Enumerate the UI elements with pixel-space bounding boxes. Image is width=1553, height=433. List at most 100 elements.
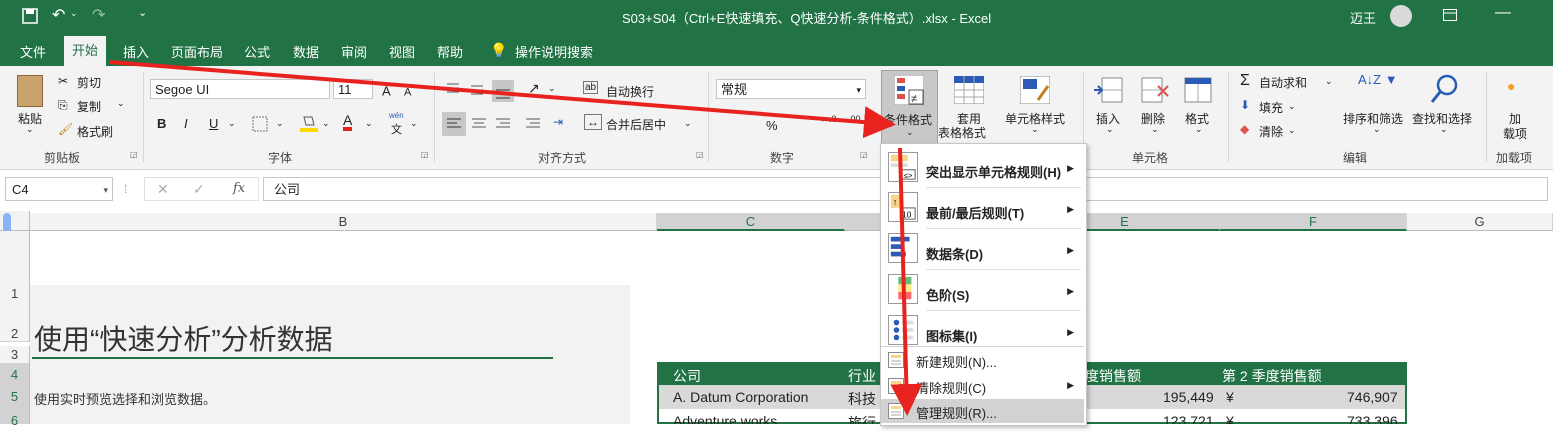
header-q1[interactable]: 度销售额 (1085, 366, 1141, 386)
tab-review[interactable]: 审阅 (341, 42, 367, 61)
format-painter-button[interactable]: 格式刷 (77, 123, 113, 140)
cell-q1[interactable]: 195,449 (1163, 389, 1214, 405)
tab-data[interactable]: 数据 (293, 42, 319, 61)
minimize-icon[interactable]: — (1495, 4, 1511, 22)
number-format-select[interactable]: 常规 ▾ (716, 79, 866, 99)
column-header-f[interactable]: F (1220, 213, 1407, 231)
tab-view[interactable]: 视图 (389, 42, 415, 61)
italic-button[interactable]: I (184, 116, 188, 131)
customize-qat-icon[interactable]: ⌄ (138, 6, 147, 19)
copy-button[interactable]: 复制 (77, 98, 101, 115)
cell-styles-icon[interactable] (1020, 76, 1050, 104)
chevron-down-icon[interactable]: ⌄ (1440, 124, 1448, 135)
fill-button[interactable]: 填充 (1259, 99, 1283, 116)
cell-industry[interactable]: 科技 (848, 389, 876, 409)
orientation-dropdown-icon[interactable]: ⌄ (548, 83, 556, 94)
cell-company[interactable]: A. Datum Corporation (673, 389, 808, 405)
border-dropdown-icon[interactable]: ⌄ (276, 118, 284, 129)
chevron-down-icon[interactable]: ⌄ (1031, 124, 1039, 135)
chevron-down-icon[interactable]: ⌄ (1195, 124, 1203, 135)
wrap-text-button[interactable]: 自动换行 (606, 83, 654, 100)
border-icon[interactable] (252, 116, 268, 132)
header-company[interactable]: 公司 (673, 366, 701, 386)
format-cells-icon[interactable] (1183, 76, 1213, 104)
cell-q2[interactable]: 746,907 (1347, 389, 1398, 405)
chevron-down-icon[interactable]: ⌄ (1151, 124, 1159, 135)
menu-item-manage-rules[interactable]: 管理规则(R)... (881, 399, 1084, 423)
bold-button[interactable]: B (157, 116, 166, 131)
undo-dropdown-icon[interactable]: ⌄ (70, 8, 78, 19)
tab-page-layout[interactable]: 页面布局 (171, 42, 223, 61)
header-q2[interactable]: 第 2 季度销售额 (1222, 366, 1322, 386)
phonetic-icon[interactable]: 文 (391, 121, 402, 137)
font-name-select[interactable]: Segoe UI (150, 79, 330, 99)
column-header-g[interactable]: G (1407, 213, 1553, 231)
decrease-decimal-icon[interactable]: .00 (848, 114, 861, 124)
undo-icon[interactable]: ↶ (52, 5, 65, 25)
horizontal-align-icons[interactable] (442, 112, 554, 136)
vertical-align-icons[interactable] (445, 80, 515, 102)
avatar[interactable] (1390, 5, 1412, 27)
conditional-formatting-button[interactable]: ≠ 条件格式 ⌄ (881, 70, 938, 144)
fill-color-dropdown-icon[interactable]: ⌄ (322, 118, 330, 129)
menu-item-icon-sets[interactable]: 图标集(I) ▶ (881, 311, 1084, 351)
fill-color-icon[interactable] (300, 113, 318, 133)
phonetic-dropdown-icon[interactable]: ⌄ (410, 118, 418, 129)
orientation-icon[interactable]: ↗ (528, 80, 540, 97)
font-launcher-icon[interactable]: ◲ (421, 150, 429, 159)
column-header-d[interactable] (845, 213, 885, 231)
enter-icon[interactable]: ✓ (193, 181, 205, 198)
row-header-4[interactable]: 4 (0, 364, 30, 385)
menu-item-highlight-rules[interactable]: ≤> 突出显示单元格规则(H) ▶ (881, 148, 1084, 186)
menu-item-data-bars[interactable]: 数据条(D) ▶ (881, 229, 1084, 269)
row-header-6[interactable]: 6 (0, 409, 30, 428)
font-color-dropdown-icon[interactable]: ⌄ (365, 118, 373, 129)
alignment-launcher-icon[interactable]: ◲ (696, 150, 704, 159)
chevron-down-icon[interactable]: ⌄ (1373, 124, 1381, 135)
fill-dropdown-icon[interactable]: ⌄ (1288, 101, 1296, 112)
underline-dropdown-icon[interactable]: ⌄ (228, 118, 236, 129)
addins-button-line2[interactable]: 载项 (1503, 125, 1527, 142)
font-size-select[interactable]: 11 (333, 79, 373, 99)
increase-decimal-icon[interactable]: ←.0 (820, 114, 837, 124)
underline-button[interactable]: U (209, 116, 218, 131)
increase-font-icon[interactable]: A^ (382, 81, 396, 98)
menu-item-top-bottom-rules[interactable]: ↑ 10 最前/最后规则(T) ▶ (881, 188, 1084, 228)
autosum-button[interactable]: 自动求和 (1259, 74, 1307, 91)
delete-cells-icon[interactable] (1140, 76, 1170, 104)
tab-insert[interactable]: 插入 (123, 42, 149, 61)
row-header-5[interactable]: 5 (0, 385, 30, 409)
merge-dropdown-icon[interactable]: ⌄ (684, 118, 692, 129)
cell-industry[interactable]: 旅行 (848, 413, 876, 424)
cell-q2[interactable]: 733,396 (1347, 413, 1398, 424)
cell-q1[interactable]: 123,721 (1163, 413, 1214, 424)
row-header-2[interactable]: 2 (0, 322, 30, 346)
chevron-down-icon[interactable]: ⌄ (1106, 124, 1114, 135)
row-header-3[interactable]: 3 (0, 346, 30, 364)
tab-file[interactable]: 文件 (20, 42, 46, 61)
decrease-font-icon[interactable]: Aˇ (404, 83, 414, 99)
paste-icon[interactable] (17, 75, 43, 107)
autosum-dropdown-icon[interactable]: ⌄ (1325, 76, 1333, 87)
insert-function-button[interactable]: fx (233, 181, 245, 196)
column-header-c[interactable]: C (657, 213, 845, 231)
cut-button[interactable]: 剪切 (77, 74, 101, 91)
tab-formulas[interactable]: 公式 (244, 42, 270, 61)
format-as-table-icon[interactable] (954, 76, 984, 104)
menu-item-color-scales[interactable]: 色阶(S) ▶ (881, 270, 1084, 310)
ribbon-display-icon[interactable] (1443, 9, 1457, 21)
cancel-icon[interactable]: ✕ (157, 181, 169, 198)
insert-cells-icon[interactable] (1094, 76, 1124, 104)
font-color-icon[interactable]: A (343, 113, 353, 131)
clipboard-launcher-icon[interactable]: ◲ (130, 150, 138, 159)
save-icon[interactable] (22, 8, 38, 24)
percent-button[interactable]: % (766, 118, 778, 133)
tab-help[interactable]: 帮助 (437, 42, 463, 61)
menu-item-new-rule[interactable]: 新建规则(N)... (881, 347, 1084, 373)
format-as-table-label-2[interactable]: 表格格式 (938, 124, 986, 141)
menu-item-clear-rules[interactable]: 清除规则(C) ▶ (881, 373, 1084, 399)
clear-button[interactable]: 清除 (1259, 123, 1283, 140)
header-industry[interactable]: 行业 (848, 366, 876, 386)
indent-icon[interactable]: ⇥ (553, 115, 563, 129)
name-box[interactable]: C4 ▾ (5, 177, 113, 201)
